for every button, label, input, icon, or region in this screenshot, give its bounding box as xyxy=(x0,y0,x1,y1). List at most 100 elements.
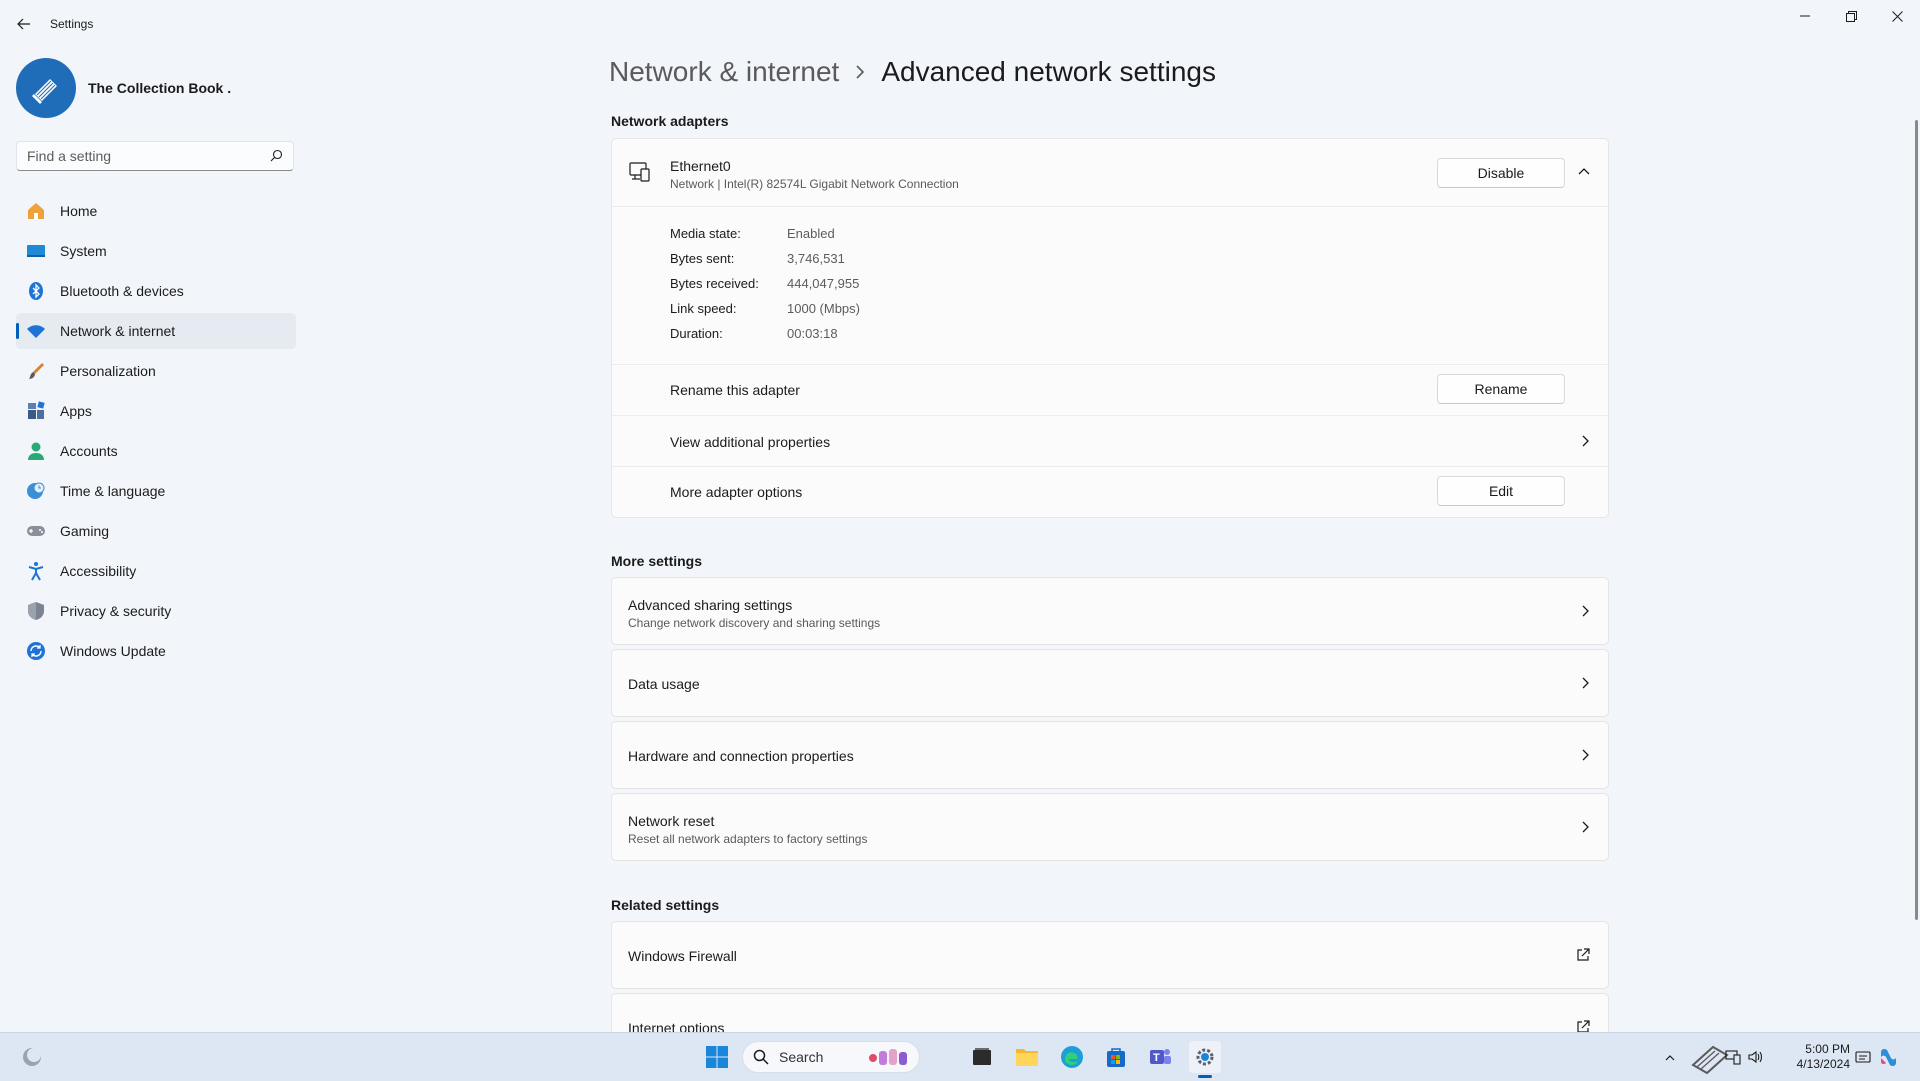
sidebar-item-label: Home xyxy=(60,203,98,219)
back-button[interactable] xyxy=(12,12,36,36)
disable-button[interactable]: Disable xyxy=(1437,158,1565,188)
chevron-right-icon xyxy=(1582,821,1590,833)
microsoft-store-button[interactable] xyxy=(1100,1041,1132,1073)
taskbar-search-label: Search xyxy=(779,1049,824,1065)
settings-search[interactable] xyxy=(16,141,294,171)
taskbar-search[interactable]: Search xyxy=(742,1041,920,1073)
ethernet-adapter-icon xyxy=(629,162,650,182)
adapter-card-ethernet0: Ethernet0 Network | Intel(R) 82574L Giga… xyxy=(611,138,1609,518)
sidebar-item-privacy-security[interactable]: Privacy & security xyxy=(16,593,296,629)
search-icon xyxy=(753,1049,769,1065)
sidebar-item-accounts[interactable]: Accounts xyxy=(16,433,296,469)
breadcrumb-parent[interactable]: Network & internet xyxy=(609,56,839,88)
adapter-name: Ethernet0 xyxy=(670,158,731,174)
windows-firewall-title: Windows Firewall xyxy=(628,948,737,964)
open-external-icon xyxy=(1576,948,1590,962)
sidebar-item-label: Time & language xyxy=(60,483,166,499)
data-usage-title: Data usage xyxy=(628,676,700,692)
rename-button[interactable]: Rename xyxy=(1437,374,1565,404)
prop-value-media-state: Enabled xyxy=(787,226,835,241)
start-button[interactable] xyxy=(701,1041,733,1073)
windows-logo-icon xyxy=(706,1046,728,1068)
sidebar-nav: Home System Bluetooth & devices Network … xyxy=(16,193,296,673)
edit-button[interactable]: Edit xyxy=(1437,476,1565,506)
home-icon xyxy=(26,201,46,221)
sidebar-item-system[interactable]: System xyxy=(16,233,296,269)
hardware-connection-properties-card[interactable]: Hardware and connection properties xyxy=(611,721,1609,789)
rename-adapter-label: Rename this adapter xyxy=(670,382,800,398)
sidebar-item-time-language[interactable]: Time & language xyxy=(16,473,296,509)
collapse-button[interactable] xyxy=(1578,167,1590,175)
ethernet-icon xyxy=(1725,1050,1741,1065)
wifi-icon xyxy=(26,321,46,341)
sidebar-item-personalization[interactable]: Personalization xyxy=(16,353,296,389)
network-reset-title: Network reset xyxy=(628,813,715,829)
open-external-icon xyxy=(1576,1020,1590,1032)
more-adapter-options-row: More adapter options Edit xyxy=(612,467,1608,517)
close-button[interactable] xyxy=(1874,0,1920,32)
prop-value-duration: 00:03:18 xyxy=(787,326,838,341)
sidebar-item-label: Accessibility xyxy=(60,563,137,579)
chevron-up-icon xyxy=(1665,1054,1675,1060)
prop-label-link-speed: Link speed: xyxy=(670,301,737,316)
breadcrumb: Network & internet Advanced network sett… xyxy=(609,56,1216,88)
accessibility-icon xyxy=(26,561,46,581)
task-view-button[interactable] xyxy=(966,1041,998,1073)
internet-options-card[interactable]: Internet options xyxy=(611,993,1609,1032)
restore-button[interactable] xyxy=(1828,0,1874,32)
chevron-up-icon xyxy=(1578,168,1590,175)
sidebar-item-bluetooth[interactable]: Bluetooth & devices xyxy=(16,273,296,309)
network-tray-button[interactable] xyxy=(1722,1041,1744,1073)
minimize-icon xyxy=(1800,15,1810,17)
search-input[interactable] xyxy=(17,142,267,170)
sidebar-item-label: Accounts xyxy=(60,443,118,459)
advanced-sharing-settings-card[interactable]: Advanced sharing settings Change network… xyxy=(611,577,1609,645)
vertical-scrollbar[interactable] xyxy=(1915,120,1918,920)
teams-button[interactable]: T xyxy=(1144,1041,1176,1073)
svg-text:T: T xyxy=(1153,1052,1160,1064)
data-usage-card[interactable]: Data usage xyxy=(611,649,1609,717)
notifications-button[interactable] xyxy=(1852,1041,1874,1073)
prop-value-link-speed: 1000 (Mbps) xyxy=(787,301,860,316)
adapter-header[interactable]: Ethernet0 Network | Intel(R) 82574L Giga… xyxy=(612,139,1608,206)
advanced-sharing-settings-title: Advanced sharing settings xyxy=(628,597,793,613)
avatar xyxy=(16,58,76,118)
volume-tray-button[interactable] xyxy=(1744,1041,1766,1073)
sidebar-item-label: Network & internet xyxy=(60,323,176,339)
sidebar-item-apps[interactable]: Apps xyxy=(16,393,296,429)
internet-options-title: Internet options xyxy=(628,1020,725,1032)
copilot-button[interactable] xyxy=(1874,1041,1902,1073)
user-profile[interactable]: The Collection Book . xyxy=(16,56,231,120)
notification-icon xyxy=(1855,1051,1871,1063)
task-view-icon xyxy=(973,1048,991,1065)
gamepad-icon xyxy=(26,521,46,541)
widgets-button[interactable] xyxy=(16,1041,48,1073)
file-explorer-button[interactable] xyxy=(1011,1041,1043,1073)
close-icon xyxy=(1891,10,1903,22)
sidebar-item-windows-update[interactable]: Windows Update xyxy=(16,633,296,669)
chevron-right-icon xyxy=(855,65,865,79)
sidebar-item-home[interactable]: Home xyxy=(16,193,296,229)
sidebar-item-label: Windows Update xyxy=(60,643,166,659)
internet-options-clip: Internet options xyxy=(611,993,1609,1032)
minimize-button[interactable] xyxy=(1782,0,1828,32)
update-icon xyxy=(26,641,46,661)
section-title-network-adapters: Network adapters xyxy=(611,113,729,129)
sidebar-item-network[interactable]: Network & internet xyxy=(16,313,296,349)
edge-icon xyxy=(1061,1046,1083,1068)
system-icon xyxy=(26,241,46,261)
sidebar-item-gaming[interactable]: Gaming xyxy=(16,513,296,549)
network-reset-card[interactable]: Network reset Reset all network adapters… xyxy=(611,793,1609,861)
windows-firewall-card[interactable]: Windows Firewall xyxy=(611,921,1609,989)
divider xyxy=(612,206,1608,207)
clock[interactable]: 5:00 PM 4/13/2024 xyxy=(1780,1042,1850,1072)
clock-time: 5:00 PM xyxy=(1805,1042,1850,1056)
show-hidden-icons-button[interactable] xyxy=(1660,1041,1680,1073)
edge-browser-button[interactable] xyxy=(1056,1041,1088,1073)
sidebar-item-accessibility[interactable]: Accessibility xyxy=(16,553,296,589)
prop-label-bytes-sent: Bytes sent: xyxy=(670,251,735,266)
arrow-left-icon xyxy=(17,18,30,30)
search-highlight-icon xyxy=(869,1049,907,1065)
settings-app-button[interactable] xyxy=(1189,1041,1221,1073)
view-additional-properties-row[interactable]: View additional properties xyxy=(612,416,1608,466)
